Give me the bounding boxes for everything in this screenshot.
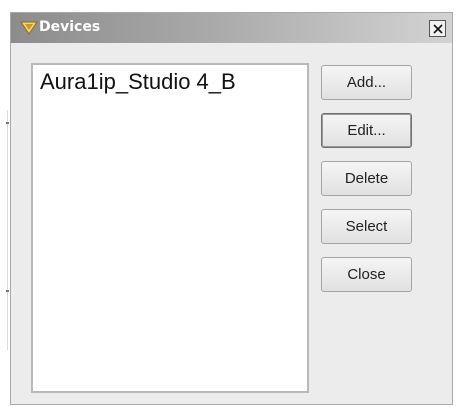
delete-button[interactable]: Delete — [321, 161, 412, 196]
background-left — [0, 0, 10, 407]
select-button[interactable]: Select — [321, 209, 412, 244]
devices-list[interactable]: Aura1ip_Studio 4_B — [31, 63, 309, 393]
title-bar[interactable]: Devices — [11, 13, 452, 43]
v-logo-icon — [20, 20, 38, 36]
close-icon — [433, 24, 443, 34]
edit-button[interactable]: Edit... — [321, 113, 412, 148]
dialog-title: Devices — [39, 19, 101, 35]
background — [0, 0, 457, 12]
devices-dialog: Devices Aura1ip_Studio 4_B Add... Edit..… — [10, 12, 453, 405]
background-rule — [7, 110, 8, 350]
close-button[interactable]: Close — [321, 257, 412, 292]
add-button[interactable]: Add... — [321, 65, 412, 100]
list-item[interactable]: Aura1ip_Studio 4_B — [33, 65, 307, 101]
device-name: Aura1ip_Studio 4_B — [40, 69, 236, 94]
close-window-button[interactable] — [429, 20, 446, 37]
background-tick — [6, 122, 9, 124]
background-tick — [6, 290, 9, 292]
